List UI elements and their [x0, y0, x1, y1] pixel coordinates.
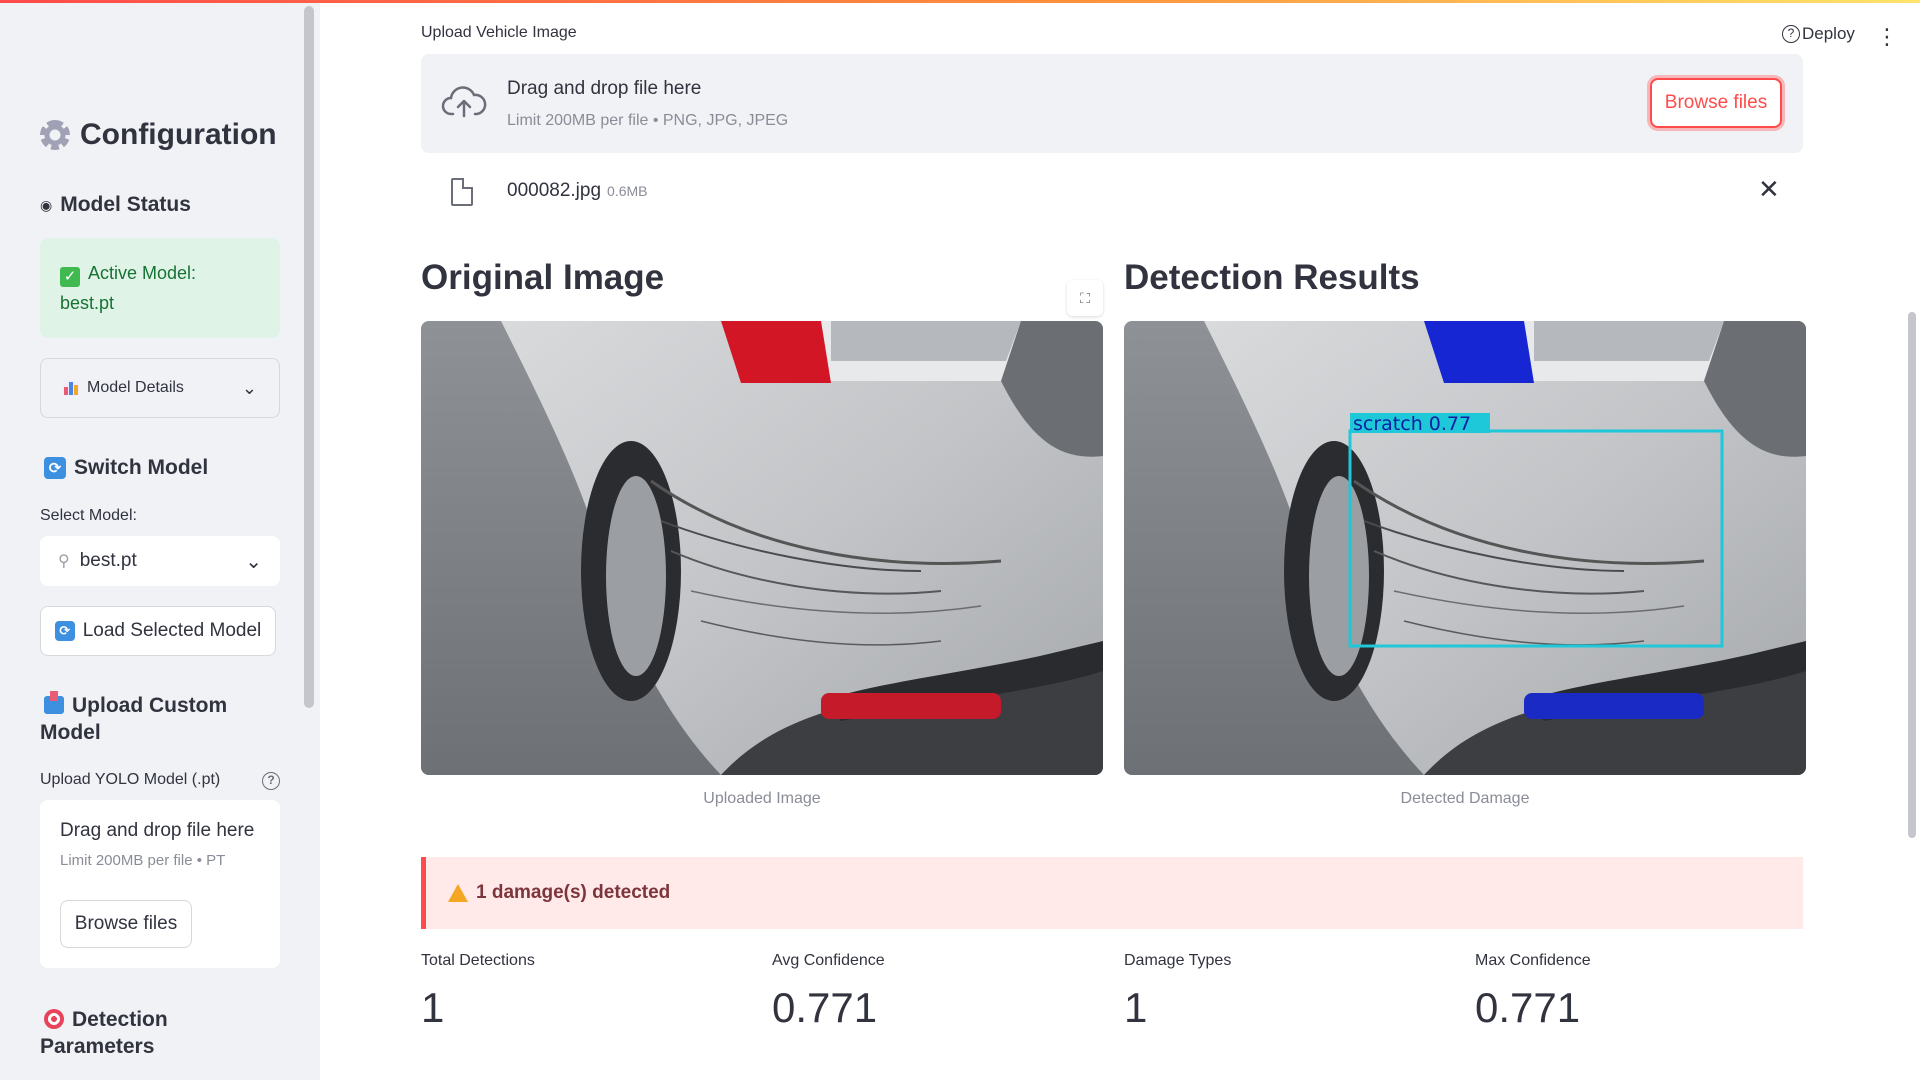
- sidebar-title: Configuration: [40, 118, 277, 152]
- help-icon: ?: [1782, 25, 1800, 43]
- file-size: 0.6MB: [607, 183, 648, 199]
- chevron-down-icon: ⌄: [245, 550, 262, 573]
- browse-model-files-button[interactable]: Browse files: [60, 900, 192, 948]
- model-select[interactable]: ⚲ best.pt ⌄: [40, 536, 280, 586]
- file-name: 000082.jpg: [507, 180, 602, 201]
- upload-vehicle-image-label: Upload Vehicle Image: [421, 24, 577, 41]
- detection-image-caption: Detected Damage: [1400, 790, 1530, 807]
- target-icon: [44, 1009, 64, 1029]
- gear-icon: [40, 120, 70, 150]
- uploaded-file-row: 000082.jpg 0.6MB ✕: [421, 172, 1803, 212]
- original-image-caption: Uploaded Image: [703, 790, 821, 807]
- detection-results-heading: Detection Results: [1124, 258, 1420, 297]
- deploy-button[interactable]: ? Deploy: [1782, 24, 1855, 44]
- fullscreen-icon[interactable]: ⛶: [1067, 280, 1103, 316]
- load-selected-model-button[interactable]: ⟳ Load Selected Model: [40, 606, 276, 656]
- select-model-label: Select Model:: [40, 507, 137, 524]
- metric-damage-types: Damage Types 1: [1124, 952, 1232, 1031]
- check-icon: ✓: [60, 267, 80, 287]
- model-details-expander[interactable]: Model Details ⌄: [40, 358, 280, 418]
- remove-file-icon[interactable]: ✕: [1758, 174, 1780, 205]
- bbox-label: scratch 0.77: [1353, 413, 1471, 435]
- original-image-heading: Original Image: [421, 258, 665, 297]
- model-file-dropzone[interactable]: Drag and drop file here Limit 200MB per …: [40, 800, 280, 968]
- refresh-icon: ⟳: [54, 621, 75, 641]
- active-model-status: ✓ Active Model: best.pt: [40, 238, 280, 338]
- help-icon[interactable]: ?: [262, 772, 280, 790]
- original-image: [421, 321, 1103, 775]
- metric-max-confidence: Max Confidence 0.771: [1475, 952, 1591, 1031]
- model-status-heading: ◉ Model Status: [40, 193, 191, 216]
- cloud-upload-icon: [441, 86, 487, 118]
- detection-image: scratch 0.77: [1124, 321, 1806, 775]
- image-dropzone[interactable]: Drag and drop file here Limit 200MB per …: [421, 54, 1803, 153]
- wrench-icon: ⚲: [58, 553, 70, 570]
- inbox-tray-icon: [44, 691, 64, 714]
- detection-parameters-heading: Detection Parameters: [40, 1008, 168, 1058]
- chevron-down-icon: ⌄: [241, 377, 257, 398]
- sidebar: Configuration ◉ Model Status ✓ Active Mod…: [0, 0, 320, 1080]
- main-scrollbar[interactable]: [1908, 312, 1916, 838]
- refresh-icon: ⟳: [44, 457, 66, 479]
- file-icon: [451, 178, 473, 206]
- eye-icon: ◉: [40, 196, 53, 213]
- switch-model-heading: ⟳ Switch Model: [44, 456, 208, 480]
- top-decoration-bar: [0, 0, 1920, 3]
- browse-files-button[interactable]: Browse files: [1650, 78, 1782, 128]
- damage-alert: 1 damage(s) detected: [421, 857, 1803, 929]
- warning-icon: [448, 884, 468, 902]
- sidebar-scrollbar[interactable]: [304, 6, 314, 708]
- upload-custom-model-heading: Upload Custom Model: [40, 691, 227, 746]
- main-menu-icon[interactable]: ⋮: [1876, 26, 1898, 48]
- metric-total-detections: Total Detections 1: [421, 952, 535, 1031]
- upload-yolo-label: Upload YOLO Model (.pt): [40, 771, 221, 788]
- bar-chart-icon: [63, 380, 79, 396]
- metric-avg-confidence: Avg Confidence 0.771: [772, 952, 885, 1031]
